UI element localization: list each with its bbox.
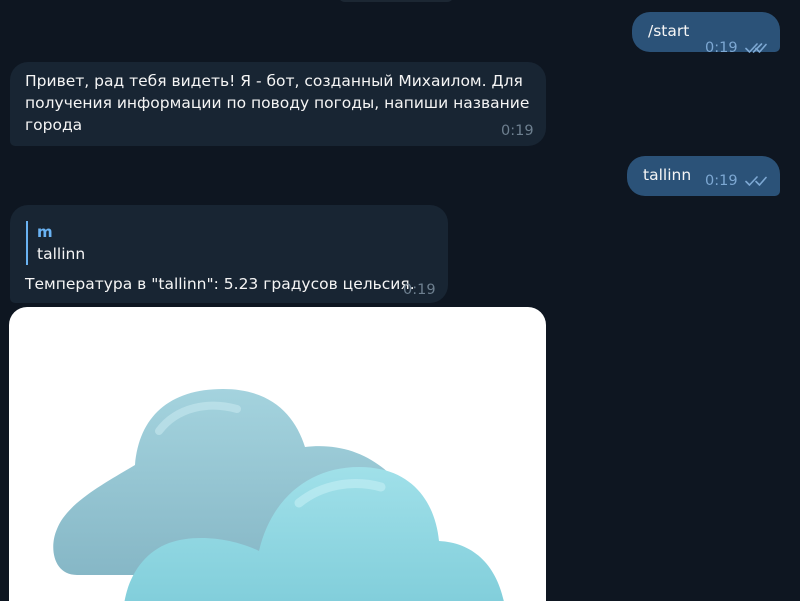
incoming-message[interactable]: Привет, рад тебя видеть! Я - бот, создан… [10, 62, 546, 146]
message-text: tallinn [643, 166, 692, 184]
reply-author: m [37, 223, 53, 241]
message-time: 0:19 [705, 173, 738, 189]
message-meta: 0:19 [705, 40, 767, 56]
clouds-weather-icon [53, 389, 504, 601]
outgoing-message[interactable]: tallinn 0:19 [627, 156, 780, 196]
message-meta: 0:19 [705, 173, 767, 189]
double-check-icon [744, 43, 767, 53]
double-check-icon [744, 176, 767, 186]
previous-message-edge [338, 0, 454, 2]
message-time: 0:19 [705, 40, 738, 56]
weather-image-attachment[interactable] [9, 307, 546, 601]
incoming-message[interactable]: m tallinn Температура в "tallinn": 5.23 … [10, 205, 448, 303]
chat-history[interactable]: /start 0:19 Привет, рад тебя видеть! Я -… [0, 0, 800, 601]
message-meta: 0:19 [501, 123, 534, 139]
outgoing-message[interactable]: /start 0:19 [632, 12, 780, 56]
message-meta: 0:19 [403, 282, 436, 298]
message-time: 0:19 [403, 282, 436, 298]
message-text: /start [648, 22, 690, 40]
message-text: Температура в "tallinn": 5.23 градусов ц… [25, 275, 415, 293]
reply-text: tallinn [37, 245, 86, 263]
message-text: Привет, рад тебя видеть! Я - бот, создан… [25, 72, 530, 134]
message-time: 0:19 [501, 123, 534, 139]
reply-quote[interactable]: m tallinn [26, 221, 85, 265]
